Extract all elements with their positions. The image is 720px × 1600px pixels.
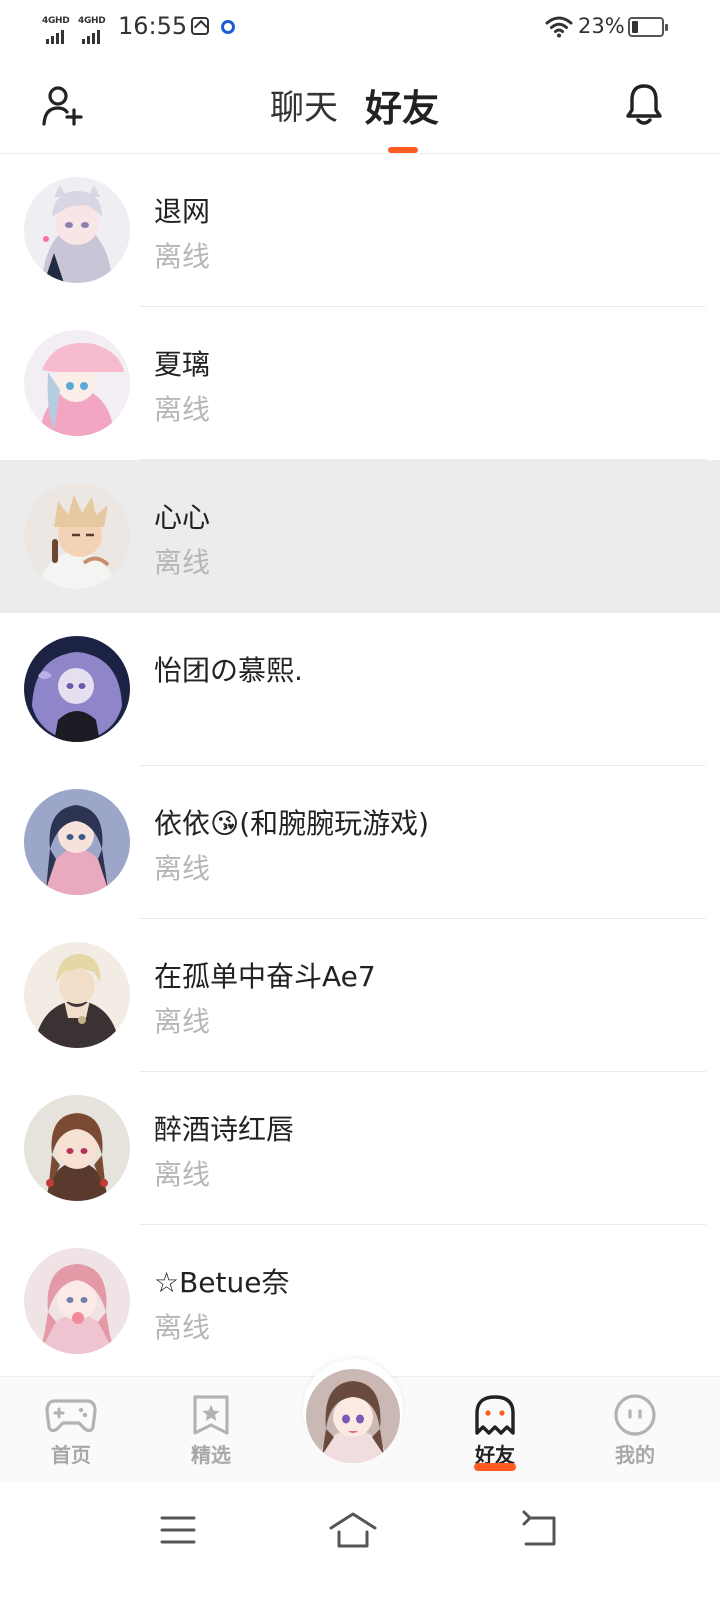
nav-mine[interactable]: 我的 — [590, 1393, 680, 1468]
battery-icon — [628, 17, 668, 37]
notification-app-icon — [191, 17, 209, 35]
active-tab-indicator — [388, 147, 418, 153]
friend-name: 依依😘(和腕腕玩游戏) — [154, 807, 430, 840]
friend-status: 离线 — [154, 393, 211, 426]
friend-row[interactable]: 怡团の慕熙. — [0, 613, 720, 766]
home-icon[interactable] — [321, 1510, 385, 1550]
friend-status: 离线 — [154, 240, 211, 273]
gamepad-icon — [45, 1399, 97, 1433]
nav-home[interactable]: 首页 — [26, 1393, 116, 1468]
face-icon — [614, 1394, 656, 1436]
friend-name: 退网 — [154, 195, 211, 228]
menu-icon[interactable] — [146, 1510, 210, 1550]
avatar — [24, 942, 130, 1048]
status-bar: 4GHD 4GHD 16:55 23% — [0, 0, 720, 56]
notification-dot-icon — [221, 20, 235, 34]
friend-name: 在孤单中奋斗Ae7 — [154, 960, 376, 993]
sim2-label: 4GHD — [78, 16, 106, 26]
tab-chat[interactable]: 聊天 — [270, 80, 338, 129]
nav-featured-label: 精选 — [191, 1443, 231, 1467]
friend-list: 退网 离线 夏璃 离线 心心 离线 怡团の慕熙. 依依😘(和腕腕玩游戏) 离线 … — [0, 154, 720, 1378]
friend-name: ☆Betue奈 — [154, 1266, 290, 1299]
avatar — [24, 177, 130, 283]
top-header: 聊天 好友 — [0, 56, 720, 154]
friend-row[interactable]: 在孤单中奋斗Ae7 离线 — [0, 919, 720, 1072]
avatar — [24, 330, 130, 436]
friend-row[interactable]: 心心 离线 — [0, 460, 720, 613]
friend-name: 心心 — [154, 501, 211, 534]
friend-status: 离线 — [154, 852, 211, 885]
nav-friends[interactable]: 好友 — [450, 1393, 540, 1468]
sim1-label: 4GHD — [42, 16, 70, 26]
avatar — [24, 636, 130, 742]
friend-row[interactable]: 退网 离线 — [0, 154, 720, 307]
friend-name: 夏璃 — [154, 348, 211, 381]
friend-name: 醉酒诗红唇 — [154, 1113, 295, 1146]
nav-mine-label: 我的 — [615, 1443, 655, 1467]
back-icon[interactable] — [506, 1510, 570, 1550]
friend-status: 离线 — [154, 1158, 211, 1191]
avatar — [24, 1248, 130, 1354]
tab-friends[interactable]: 好友 — [365, 78, 439, 132]
friend-row[interactable]: 醉酒诗红唇 离线 — [0, 1072, 720, 1225]
friend-status: 离线 — [154, 1005, 211, 1038]
system-nav-bar — [0, 1482, 720, 1600]
wifi-icon — [545, 16, 573, 38]
bookmark-star-icon — [193, 1395, 229, 1435]
nav-home-label: 首页 — [51, 1443, 91, 1467]
clock: 16:55 — [118, 12, 188, 40]
friend-status: 离线 — [154, 1311, 211, 1344]
bell-icon[interactable] — [624, 82, 664, 126]
friend-name: 怡团の慕熙. — [154, 654, 303, 687]
friend-row[interactable]: 夏璃 离线 — [0, 307, 720, 460]
add-friend-icon[interactable] — [40, 84, 84, 128]
avatar — [24, 483, 130, 589]
avatar — [24, 1095, 130, 1201]
avatar — [24, 789, 130, 895]
nav-center-avatar-button[interactable] — [303, 1359, 403, 1463]
center-avatar[interactable] — [306, 1369, 400, 1463]
battery-percent: 23% — [578, 14, 625, 38]
friend-row[interactable]: ☆Betue奈 离线 — [0, 1225, 720, 1378]
friend-status: 离线 — [154, 546, 211, 579]
nav-active-indicator — [474, 1463, 516, 1471]
friend-row[interactable]: 依依😘(和腕腕玩游戏) 离线 — [0, 766, 720, 919]
ghost-icon — [475, 1395, 515, 1435]
nav-featured[interactable]: 精选 — [166, 1393, 256, 1468]
